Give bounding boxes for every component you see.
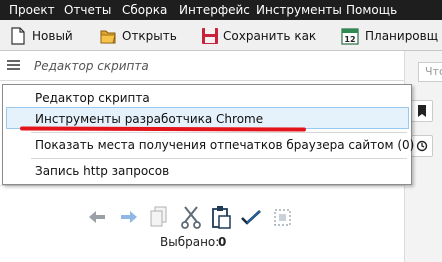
search-input[interactable]: Что bbox=[418, 62, 442, 82]
tools-dropdown-menu: Редактор скрипта Инструменты разработчик… bbox=[2, 84, 414, 185]
menu-separator bbox=[31, 132, 407, 133]
menu-item-script-editor[interactable]: Редактор скрипта bbox=[3, 87, 411, 109]
calendar-icon: 12 bbox=[341, 27, 359, 45]
save-as-button[interactable]: Сохранить как bbox=[201, 26, 316, 46]
bookmark-button[interactable] bbox=[411, 100, 433, 122]
scheduler-button-label: Планировщ bbox=[365, 29, 439, 43]
menu-project[interactable]: Проект bbox=[9, 3, 55, 17]
menu-item-http-recording[interactable]: Запись http запросов bbox=[3, 160, 411, 182]
new-button-label: Новый bbox=[32, 29, 73, 43]
menu-build[interactable]: Сборка bbox=[122, 3, 167, 17]
selected-count-value: 0 bbox=[218, 235, 227, 249]
menu-item-fingerprint-sources[interactable]: Показать места получения отпечатков брау… bbox=[3, 134, 414, 156]
bookmark-icon bbox=[417, 105, 427, 120]
menu-interface[interactable]: Интерфейс bbox=[179, 3, 250, 17]
toolbar: Новый Открыть Сохранить как 12 Планировщ bbox=[0, 20, 442, 51]
menu-separator bbox=[31, 158, 407, 159]
scheduler-button[interactable]: 12 Планировщ bbox=[341, 26, 438, 46]
open-folder-icon bbox=[100, 27, 116, 45]
undo-icon[interactable] bbox=[86, 205, 108, 229]
new-document-icon bbox=[10, 27, 26, 45]
new-button[interactable]: Новый bbox=[10, 26, 73, 46]
save-floppy-icon bbox=[201, 27, 218, 45]
menu-bar: Проект Отчеты Сборка Интерфейс Инструмен… bbox=[0, 0, 442, 20]
menu-reports[interactable]: Отчеты bbox=[64, 3, 111, 17]
panel-header: Редактор скрипта bbox=[0, 51, 410, 81]
calendar-day: 12 bbox=[344, 35, 355, 44]
menu-help[interactable]: Помощь bbox=[346, 3, 397, 17]
cut-icon[interactable] bbox=[180, 205, 202, 229]
select-all-check-icon[interactable] bbox=[240, 205, 262, 229]
open-button-label: Открыть bbox=[122, 29, 177, 43]
open-button[interactable]: Открыть bbox=[100, 26, 177, 46]
menu-tools[interactable]: Инструменты bbox=[256, 3, 342, 17]
save-as-button-label: Сохранить как bbox=[223, 29, 317, 43]
history-icon bbox=[416, 140, 428, 155]
selected-count-label: Выбрано: bbox=[160, 235, 220, 249]
paste-icon[interactable] bbox=[210, 205, 232, 229]
redo-icon[interactable] bbox=[118, 205, 140, 229]
script-editor-area bbox=[0, 185, 404, 262]
panel-title: Редактор скрипта bbox=[34, 59, 149, 73]
copy-icon[interactable] bbox=[148, 205, 170, 229]
select-region-icon[interactable] bbox=[272, 205, 294, 229]
hamburger-menu-icon[interactable] bbox=[7, 60, 20, 71]
